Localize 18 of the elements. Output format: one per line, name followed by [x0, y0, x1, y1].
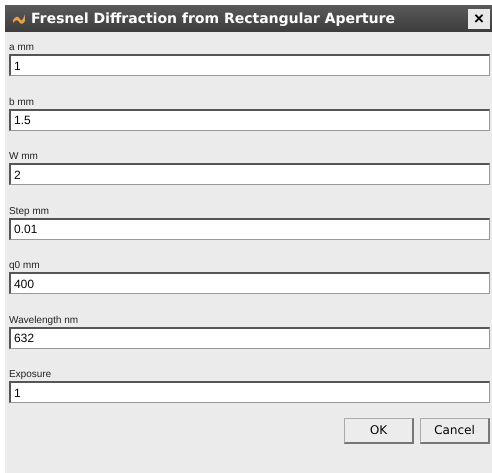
dialog-button[interactable]: OK — [344, 418, 414, 444]
input-field[interactable]: 1 — [9, 381, 490, 403]
dialog-button[interactable]: Cancel — [420, 418, 490, 444]
field-label: Wavelength nm — [9, 314, 80, 326]
close-button[interactable]: × — [468, 8, 490, 28]
input-field[interactable]: 0.01 — [9, 218, 490, 240]
field-label: W mm — [9, 151, 39, 163]
field-label: Step mm — [9, 206, 50, 218]
input-field[interactable]: 1.5 — [9, 108, 490, 130]
field-label: a mm — [9, 42, 35, 54]
input-field[interactable]: 1 — [9, 54, 490, 76]
input-field[interactable]: 400 — [9, 272, 490, 294]
input-field[interactable]: 2 — [9, 163, 490, 185]
field-label: b mm — [9, 96, 35, 108]
field-label: Exposure — [9, 369, 52, 381]
window-title: Fresnel Diffraction from Rectangular Aperture — [31, 10, 396, 26]
input-field[interactable]: 632 — [9, 326, 490, 348]
field-label: q0 mm — [9, 260, 41, 272]
